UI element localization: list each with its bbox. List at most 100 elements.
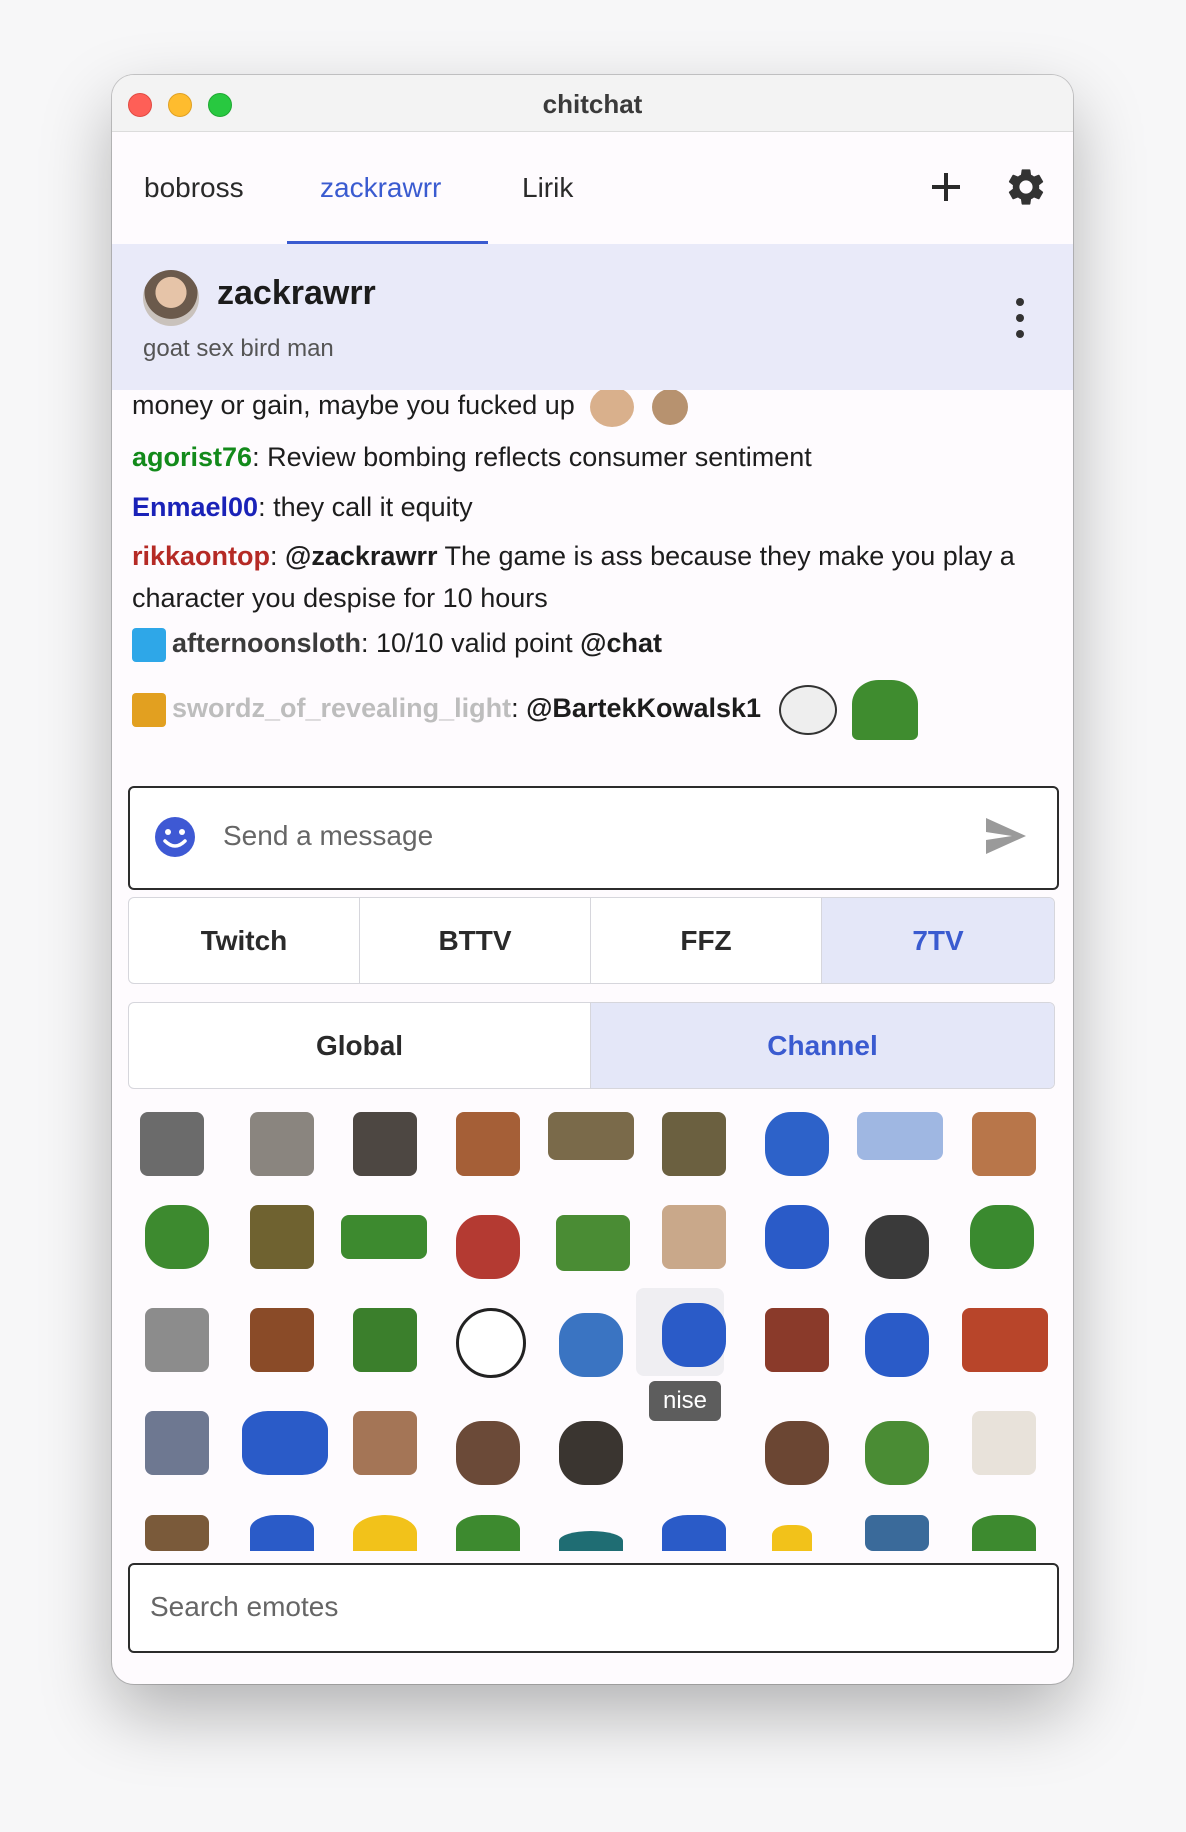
message-username[interactable]: afternoonsloth xyxy=(172,628,361,658)
message-placeholder: Send a message xyxy=(223,820,434,851)
tab-global[interactable]: Global xyxy=(129,1003,591,1088)
gear-icon[interactable] xyxy=(1004,165,1048,209)
emote-tooltip: nise xyxy=(649,1381,722,1421)
emote-icon[interactable] xyxy=(765,1205,829,1269)
message-text: : 10/10 valid point xyxy=(361,628,581,658)
channel-header: zackrawrr goat sex bird man xyxy=(112,244,1073,390)
emote-icon[interactable] xyxy=(765,1112,829,1176)
emote-icon[interactable] xyxy=(772,1525,812,1551)
message-username[interactable]: swordz_of_revealing_light xyxy=(172,693,511,723)
message-text: : Review bombing reflects consumer senti… xyxy=(252,442,812,472)
tab-bobross[interactable]: bobross xyxy=(144,172,244,204)
emote-icon[interactable] xyxy=(140,1112,204,1176)
message-mention[interactable]: @zackrawrr xyxy=(285,541,437,571)
message-username[interactable]: rikkaontop xyxy=(132,541,270,571)
pepe-emote-icon[interactable] xyxy=(972,1515,1036,1551)
titlebar: chitchat xyxy=(112,75,1073,132)
emote-icon[interactable] xyxy=(559,1313,623,1377)
pepe-emote-icon[interactable] xyxy=(865,1421,929,1485)
emote-icon[interactable] xyxy=(865,1515,929,1551)
emote-icon[interactable] xyxy=(145,1308,209,1372)
emote-icon[interactable] xyxy=(250,1112,314,1176)
pepe-emote-icon[interactable] xyxy=(145,1205,209,1269)
colon-separator: : xyxy=(270,541,286,571)
chat-message: swordz_of_revealing_light: @BartekKowals… xyxy=(132,680,1052,740)
channel-bio: goat sex bird man xyxy=(143,335,334,362)
emote-icon[interactable] xyxy=(456,1112,520,1176)
badge-icon xyxy=(132,693,166,727)
tab-channel[interactable]: Channel xyxy=(591,1003,1054,1088)
emote-icon[interactable] xyxy=(250,1515,314,1551)
emote-search-input[interactable]: Search emotes xyxy=(128,1563,1059,1653)
message-mention[interactable]: @chat xyxy=(580,628,662,658)
pepe-emote-icon[interactable] xyxy=(556,1215,630,1271)
channel-tab-bar: bobross zackrawrr Lirik xyxy=(112,132,1073,245)
emote-icon[interactable] xyxy=(559,1531,623,1551)
subscriber-badge-icon xyxy=(132,627,166,662)
pepe-emote-icon[interactable] xyxy=(970,1205,1034,1269)
message-mention[interactable]: @BartekKowalsk1 xyxy=(526,693,761,723)
message-text: : they call it equity xyxy=(258,492,473,522)
more-options-icon[interactable] xyxy=(1012,296,1028,340)
emote-icon[interactable] xyxy=(662,1515,726,1551)
emoji-picker-icon[interactable] xyxy=(154,816,196,858)
emote-icon[interactable] xyxy=(242,1411,328,1475)
window-title: chitchat xyxy=(542,89,643,119)
emote-icon[interactable] xyxy=(857,1112,943,1160)
emote-icon[interactable] xyxy=(972,1411,1036,1475)
message-text: money or gain, maybe you fucked up xyxy=(132,390,575,420)
send-icon[interactable] xyxy=(984,816,1028,856)
emote-icon[interactable] xyxy=(765,1421,829,1485)
emote-icon[interactable] xyxy=(972,1112,1036,1176)
chat-message: agorist76: Review bombing reflects consu… xyxy=(132,436,1052,478)
emote-icon xyxy=(590,390,635,427)
chat-message: Enmael00: they call it equity xyxy=(132,486,1052,528)
emote-icon[interactable] xyxy=(662,1205,726,1269)
trollface-emote-icon xyxy=(778,685,837,735)
chat-log[interactable]: money or gain, maybe you fucked up agori… xyxy=(112,390,1073,850)
pepe-emote-icon[interactable] xyxy=(353,1308,417,1372)
chat-message: rikkaontop: @zackrawrr The game is ass b… xyxy=(132,535,1052,619)
emote-icon[interactable] xyxy=(865,1313,929,1377)
nise-emote-icon[interactable] xyxy=(662,1303,726,1367)
emote-icon[interactable] xyxy=(865,1215,929,1279)
emote-icon[interactable] xyxy=(765,1308,829,1372)
emote-icon[interactable] xyxy=(962,1308,1048,1372)
pepe-emote-icon[interactable] xyxy=(341,1215,427,1259)
tab-ffz[interactable]: FFZ xyxy=(591,898,822,983)
pepe-emote-icon[interactable] xyxy=(456,1515,520,1551)
chat-message: money or gain, maybe you fucked up xyxy=(132,390,1052,427)
tab-zackrawrr[interactable]: zackrawrr xyxy=(320,172,441,204)
message-username[interactable]: Enmael00 xyxy=(132,492,258,522)
app-window: chitchat bobross zackrawrr Lirik zackraw… xyxy=(112,75,1073,1684)
emote-icon[interactable] xyxy=(145,1515,209,1551)
chat-message: afternoonsloth: 10/10 valid point @chat xyxy=(132,622,1052,664)
emote-icon[interactable] xyxy=(548,1112,634,1160)
emote-icon[interactable] xyxy=(250,1205,314,1269)
pepe-emote-icon[interactable] xyxy=(456,1215,520,1279)
avatar[interactable] xyxy=(143,270,199,326)
emote-icon[interactable] xyxy=(456,1421,520,1485)
tab-twitch[interactable]: Twitch xyxy=(129,898,360,983)
emote-icon[interactable] xyxy=(559,1421,623,1485)
emote-icon xyxy=(651,390,688,425)
emote-icon[interactable] xyxy=(145,1411,209,1475)
tab-lirik[interactable]: Lirik xyxy=(522,172,573,204)
add-channel-icon[interactable] xyxy=(926,167,966,207)
tab-bttv[interactable]: BTTV xyxy=(360,898,591,983)
emote-icon[interactable] xyxy=(250,1308,314,1372)
emote-icon[interactable] xyxy=(456,1308,526,1378)
tab-7tv[interactable]: 7TV xyxy=(822,898,1054,983)
emote-search-placeholder: Search emotes xyxy=(150,1591,339,1622)
pepe-emote-icon xyxy=(852,680,919,740)
emote-icon[interactable] xyxy=(353,1515,417,1551)
channel-name: zackrawrr xyxy=(217,274,376,312)
message-input[interactable]: Send a message xyxy=(128,786,1059,890)
emote-scope-tabs: Global Channel xyxy=(128,1002,1055,1089)
emote-provider-tabs: Twitch BTTV FFZ 7TV xyxy=(128,897,1055,984)
emote-icon[interactable] xyxy=(353,1112,417,1176)
message-username[interactable]: agorist76 xyxy=(132,442,252,472)
emote-icon[interactable] xyxy=(662,1112,726,1176)
message-text: : xyxy=(511,693,527,724)
emote-icon[interactable] xyxy=(353,1411,417,1475)
